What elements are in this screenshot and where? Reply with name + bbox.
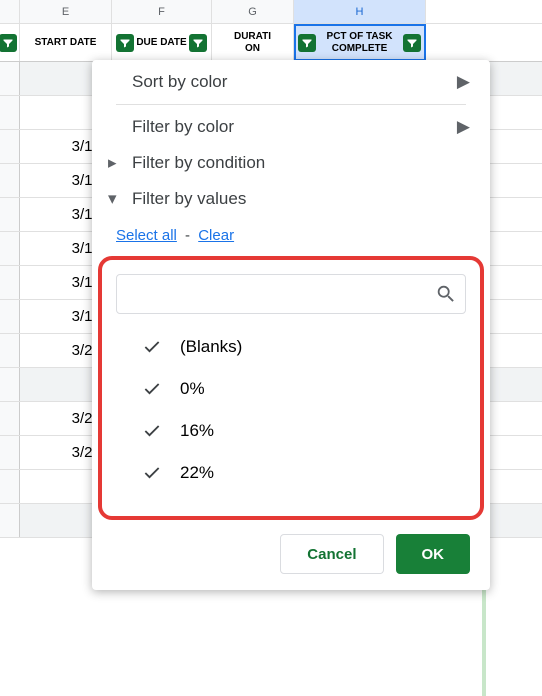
menu-label: Filter by values [132, 189, 246, 209]
checkmark-icon [140, 419, 164, 443]
col-letter-h[interactable]: H [294, 0, 426, 23]
filter-search[interactable] [116, 274, 466, 314]
header-pct-complete[interactable]: PCT OF TASKCOMPLETE [294, 24, 426, 61]
filter-value-item[interactable]: 16% [140, 410, 466, 452]
menu-divider [116, 104, 466, 105]
expand-down-icon: ▾ [108, 189, 117, 209]
filter-value-label: 16% [180, 421, 214, 441]
filter-value-item[interactable]: 22% [140, 452, 466, 494]
header-stub [0, 24, 20, 61]
separator: - [185, 227, 190, 244]
col-letter-e[interactable]: E [20, 0, 112, 23]
row-stub [0, 96, 20, 129]
filter-value-label: (Blanks) [180, 337, 242, 357]
ok-button[interactable]: OK [396, 534, 471, 574]
filter-by-color[interactable]: Filter by color ▶ [92, 109, 490, 145]
highlight-box: (Blanks) 0% 16% 22% [98, 256, 484, 520]
checkmark-icon [140, 377, 164, 401]
checkmark-icon [140, 461, 164, 485]
chevron-right-icon: ▶ [457, 72, 470, 92]
select-links: Select all - Clear [92, 221, 490, 256]
header-row: START DATE DUE DATE DURATION PCT OF TASK… [0, 24, 542, 62]
menu-label: Sort by color [132, 72, 227, 92]
expand-right-icon: ▸ [108, 153, 117, 173]
menu-label: Filter by condition [132, 153, 265, 173]
column-letter-row: E F G H [0, 0, 542, 24]
row-stub [0, 334, 20, 367]
search-icon [435, 283, 457, 305]
header-label: DUE DATE [134, 37, 189, 49]
filter-value-item[interactable]: 0% [140, 368, 466, 410]
cancel-button[interactable]: Cancel [280, 534, 383, 574]
filter-menu: Sort by color ▶ Filter by color ▶ ▸ Filt… [92, 60, 490, 590]
search-input[interactable] [125, 286, 435, 303]
filter-icon[interactable] [403, 34, 421, 52]
value-list: (Blanks) 0% 16% 22% [116, 326, 466, 494]
sort-by-color[interactable]: Sort by color ▶ [92, 64, 490, 100]
col-letter-f[interactable]: F [112, 0, 212, 23]
row-stub [0, 300, 20, 333]
row-stub [0, 470, 20, 503]
chevron-right-icon: ▶ [457, 117, 470, 137]
filter-value-item[interactable]: (Blanks) [140, 326, 466, 368]
select-all-link[interactable]: Select all [116, 227, 177, 244]
row-stub [0, 198, 20, 231]
clear-link[interactable]: Clear [198, 227, 234, 244]
row-stub [0, 368, 20, 401]
filter-by-values[interactable]: ▾ Filter by values [92, 181, 490, 217]
row-stub [0, 266, 20, 299]
row-stub [0, 504, 20, 537]
checkmark-icon [140, 335, 164, 359]
menu-buttons: Cancel OK [92, 524, 490, 574]
header-due-date[interactable]: DUE DATE [112, 24, 212, 61]
filter-value-label: 22% [180, 463, 214, 483]
row-stub [0, 232, 20, 265]
menu-label: Filter by color [132, 117, 234, 137]
col-letter-g[interactable]: G [212, 0, 294, 23]
header-label: DURATION [216, 31, 289, 55]
filter-icon[interactable] [116, 34, 134, 52]
row-stub [0, 62, 20, 95]
filter-value-label: 0% [180, 379, 205, 399]
row-stub [0, 164, 20, 197]
filter-icon[interactable] [189, 34, 207, 52]
header-label: PCT OF TASKCOMPLETE [316, 31, 403, 55]
filter-icon[interactable] [0, 34, 17, 52]
filter-icon[interactable] [298, 34, 316, 52]
header-start-date[interactable]: START DATE [20, 24, 112, 61]
row-stub [0, 130, 20, 163]
header-label: START DATE [24, 37, 107, 49]
filter-by-condition[interactable]: ▸ Filter by condition [92, 145, 490, 181]
row-stub [0, 402, 20, 435]
row-stub [0, 436, 20, 469]
corner-stub [0, 0, 20, 23]
header-duration[interactable]: DURATION [212, 24, 294, 61]
